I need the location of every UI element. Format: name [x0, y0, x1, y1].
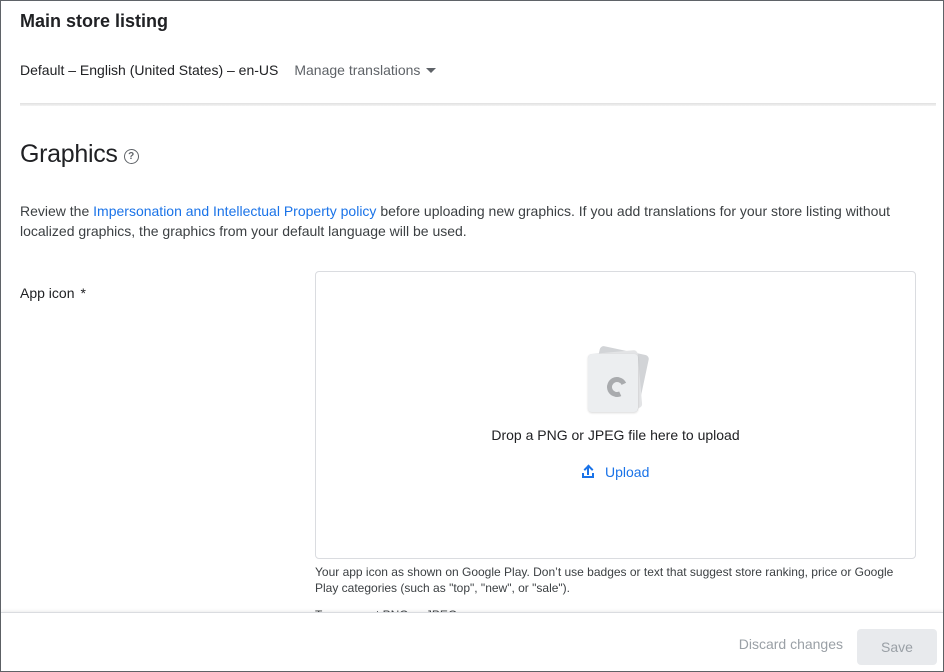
discard-changes-button[interactable]: Discard changes [739, 636, 843, 652]
store-listing-header: Main store listing Default – English (Un… [1, 1, 943, 106]
language-row: Default – English (United States) – en-U… [20, 62, 437, 78]
action-footer: Discard changes Save [1, 612, 943, 671]
page-title: Main store listing [20, 11, 169, 31]
review-prefix: Review the [20, 203, 94, 219]
manage-translations-label: Manage translations [294, 62, 421, 78]
app-icon-label-text: App icon [20, 285, 75, 301]
upload-icon [581, 464, 595, 479]
graphics-description: Review the Impersonation and Intellectua… [20, 201, 900, 241]
drop-instructions: Drop a PNG or JPEG file here to upload [491, 427, 740, 443]
upload-button[interactable]: Upload [581, 464, 649, 480]
app-icon-helper-text: Your app icon as shown on Google Play. D… [315, 565, 894, 595]
save-button[interactable]: Save [857, 629, 937, 665]
caret-down-icon [426, 68, 437, 73]
image-placeholder-icon [584, 345, 650, 414]
upload-label: Upload [605, 464, 650, 480]
help-icon[interactable]: ? [123, 148, 139, 164]
graphics-title: Graphics [20, 140, 118, 168]
default-language-label: Default – English (United States) – en-U… [20, 62, 279, 78]
manage-translations-button[interactable]: Manage translations [294, 62, 437, 78]
graphics-section-heading: Graphics ? [20, 140, 139, 169]
app-icon-dropzone[interactable]: Drop a PNG or JPEG file here to upload U… [315, 271, 916, 559]
app-icon-label: App icon * [20, 285, 86, 301]
required-marker: * [80, 285, 86, 301]
header-divider [20, 103, 936, 106]
policy-link[interactable]: Impersonation and Intellectual Property … [93, 203, 376, 219]
